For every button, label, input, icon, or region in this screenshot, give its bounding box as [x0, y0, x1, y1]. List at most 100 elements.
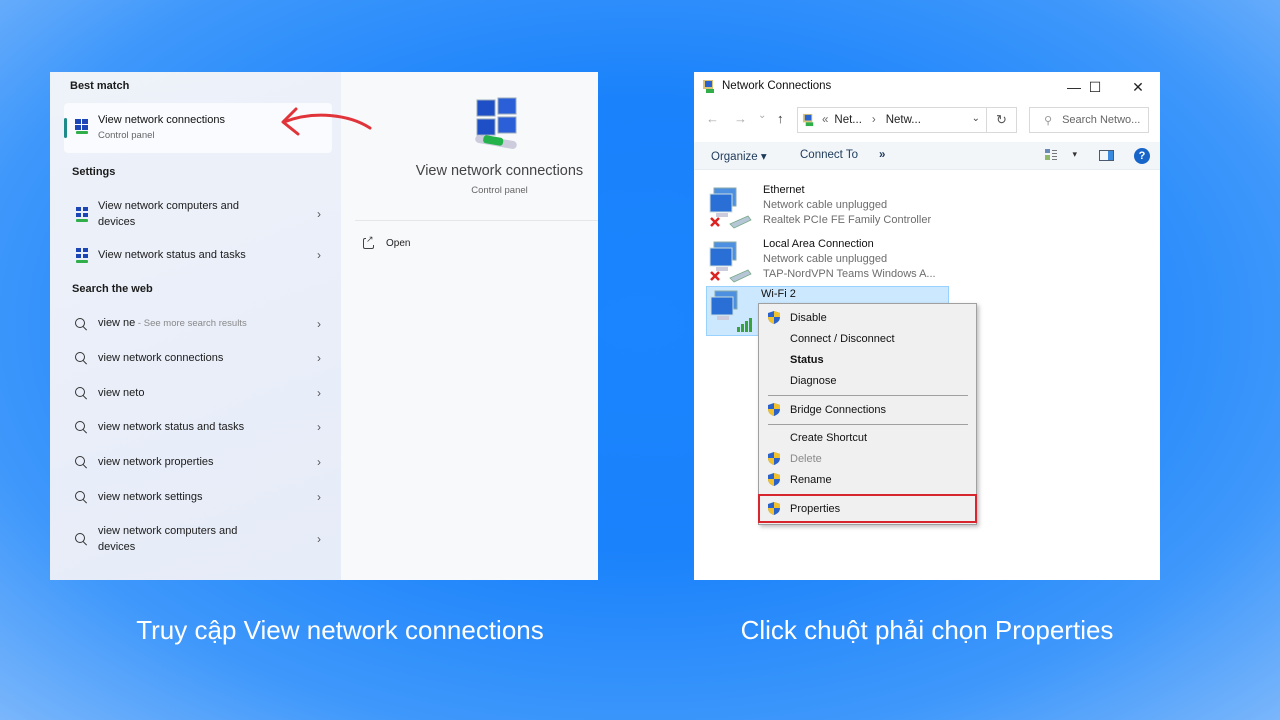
recent-locations-button[interactable]: ⌄	[758, 110, 766, 121]
address-bar[interactable]: « Net... › Netw... ⌄ ↻	[797, 107, 1017, 133]
search-icon	[74, 317, 92, 331]
search-results-list: Best match View network connections Cont…	[50, 72, 341, 580]
network-icon	[74, 206, 92, 222]
connection-ethernet[interactable]: Ethernet Network cable unplugged Realtek…	[708, 180, 958, 232]
web-result-item[interactable]: view ne - See more search results ›	[74, 315, 324, 332]
search-icon	[74, 455, 92, 469]
web-result-label: view network status and tasks	[98, 421, 245, 433]
help-icon[interactable]: ?	[1134, 148, 1150, 164]
best-match-heading: Best match	[70, 80, 130, 92]
menu-separator	[768, 395, 968, 396]
close-button[interactable]: ✕	[1116, 76, 1160, 98]
uac-shield-icon	[768, 403, 780, 416]
wifi-adapter-icon	[710, 290, 752, 332]
chevron-right-icon[interactable]: ›	[314, 490, 324, 504]
web-result-label: view network computers and devices	[98, 525, 238, 553]
window-title: Network Connections	[722, 80, 832, 92]
chevron-right-icon[interactable]: ›	[314, 532, 324, 546]
search-icon	[74, 386, 92, 400]
network-connections-icon	[74, 118, 90, 134]
web-result-item[interactable]: view network status and tasks ›	[74, 419, 324, 435]
connect-to-button[interactable]: Connect To	[800, 149, 858, 161]
refresh-button[interactable]: ↻	[986, 108, 1016, 132]
overflow-breadcrumb[interactable]: «	[822, 114, 828, 126]
network-connections-icon	[703, 80, 714, 93]
breadcrumb-item[interactable]: Netw...	[886, 114, 921, 126]
best-match-subtitle: Control panel	[98, 130, 155, 141]
network-connections-large-icon	[475, 97, 517, 149]
chevron-right-icon[interactable]: ›	[314, 386, 324, 400]
search-icon	[74, 490, 92, 504]
organize-button[interactable]: Organize ▾	[711, 149, 767, 163]
settings-item-network-computers[interactable]: View network computers and devices ›	[74, 198, 324, 230]
search-input[interactable]: ⚲ Search Netwo...	[1029, 107, 1149, 133]
maximize-button[interactable]: ☐	[1073, 76, 1117, 98]
search-icon	[74, 532, 92, 546]
network-icon	[74, 247, 92, 263]
network-connections-icon	[802, 113, 814, 127]
menu-item-create-shortcut[interactable]: Create Shortcut	[759, 427, 976, 448]
breadcrumb-separator[interactable]: ›	[872, 114, 876, 126]
selection-indicator	[64, 118, 67, 138]
up-button[interactable]: ↑	[777, 111, 784, 126]
web-result-item[interactable]: view neto ›	[74, 385, 324, 401]
change-view-icon[interactable]	[1044, 148, 1058, 162]
web-result-label: view network settings	[98, 491, 203, 503]
web-result-item[interactable]: view network properties ›	[74, 454, 324, 470]
search-icon: ⚲	[1044, 114, 1053, 127]
open-button[interactable]: Open	[363, 234, 411, 249]
search-icon	[74, 420, 92, 434]
caption-left: Truy cập View network connections	[136, 615, 544, 645]
detail-subtitle: Control panel	[471, 185, 528, 196]
chevron-right-icon[interactable]: ›	[314, 420, 324, 434]
navigation-bar: ← → ⌄ ↑ « Net... › Netw... ⌄ ↻ ⚲ Search …	[694, 106, 1160, 134]
chevron-right-icon[interactable]: ›	[314, 317, 324, 331]
preview-pane-icon[interactable]	[1099, 150, 1114, 161]
chevron-right-icon[interactable]: ›	[314, 248, 324, 262]
view-options-dropdown[interactable]: ▾	[1072, 149, 1077, 160]
web-result-label: view neto	[98, 387, 145, 399]
menu-item-rename[interactable]: Rename	[759, 469, 976, 490]
more-commands-button[interactable]: »	[879, 149, 885, 161]
web-result-item[interactable]: view network connections ›	[74, 350, 324, 366]
best-match-title: View network connections	[98, 114, 225, 126]
connection-name: Ethernet	[763, 184, 805, 196]
settings-heading: Settings	[72, 166, 116, 178]
menu-item-bridge-connections[interactable]: Bridge Connections	[759, 399, 976, 420]
chevron-right-icon[interactable]: ›	[314, 207, 324, 221]
connection-local-area[interactable]: Local Area Connection Network cable unpl…	[708, 234, 958, 286]
settings-item-label: View network computers and devices	[98, 200, 240, 228]
menu-item-disable[interactable]: Disable	[759, 307, 976, 328]
connection-name: Wi-Fi 2	[761, 288, 796, 300]
uac-shield-icon	[768, 452, 780, 465]
divider	[355, 220, 598, 221]
see-more-results: - See more search results	[135, 318, 247, 329]
result-detail-pane: View network connections Control panel O…	[341, 72, 598, 580]
address-dropdown-icon[interactable]: ⌄	[972, 113, 980, 124]
menu-item-diagnose[interactable]: Diagnose	[759, 370, 976, 391]
open-external-icon	[363, 234, 374, 249]
forward-button[interactable]: →	[734, 111, 747, 126]
web-result-item[interactable]: view network computers and devices ›	[74, 523, 324, 555]
settings-item-network-status[interactable]: View network status and tasks ›	[74, 247, 324, 263]
web-result-label: view network properties	[98, 456, 214, 468]
connection-device: Realtek PCIe FE Family Controller	[763, 214, 932, 226]
properties-highlight-box	[758, 494, 977, 523]
menu-item-status[interactable]: Status	[759, 349, 976, 370]
command-bar: Organize ▾ Connect To » ▾ ?	[694, 142, 1160, 170]
breadcrumb-item[interactable]: Net...	[834, 114, 861, 126]
search-web-heading: Search the web	[72, 283, 153, 295]
context-menu: Disable Connect / Disconnect Status Diag…	[758, 303, 977, 525]
network-adapter-disconnected-icon	[709, 241, 752, 283]
web-result-label: view network connections	[98, 352, 224, 364]
open-label: Open	[386, 238, 411, 249]
connection-name: Local Area Connection	[763, 238, 874, 250]
uac-shield-icon	[768, 311, 780, 324]
connection-status: Network cable unplugged	[763, 199, 888, 211]
menu-item-delete: Delete	[759, 448, 976, 469]
web-result-item[interactable]: view network settings ›	[74, 489, 324, 505]
chevron-right-icon[interactable]: ›	[314, 351, 324, 365]
chevron-right-icon[interactable]: ›	[314, 455, 324, 469]
back-button[interactable]: ←	[706, 111, 719, 126]
menu-item-connect-disconnect[interactable]: Connect / Disconnect	[759, 328, 976, 349]
